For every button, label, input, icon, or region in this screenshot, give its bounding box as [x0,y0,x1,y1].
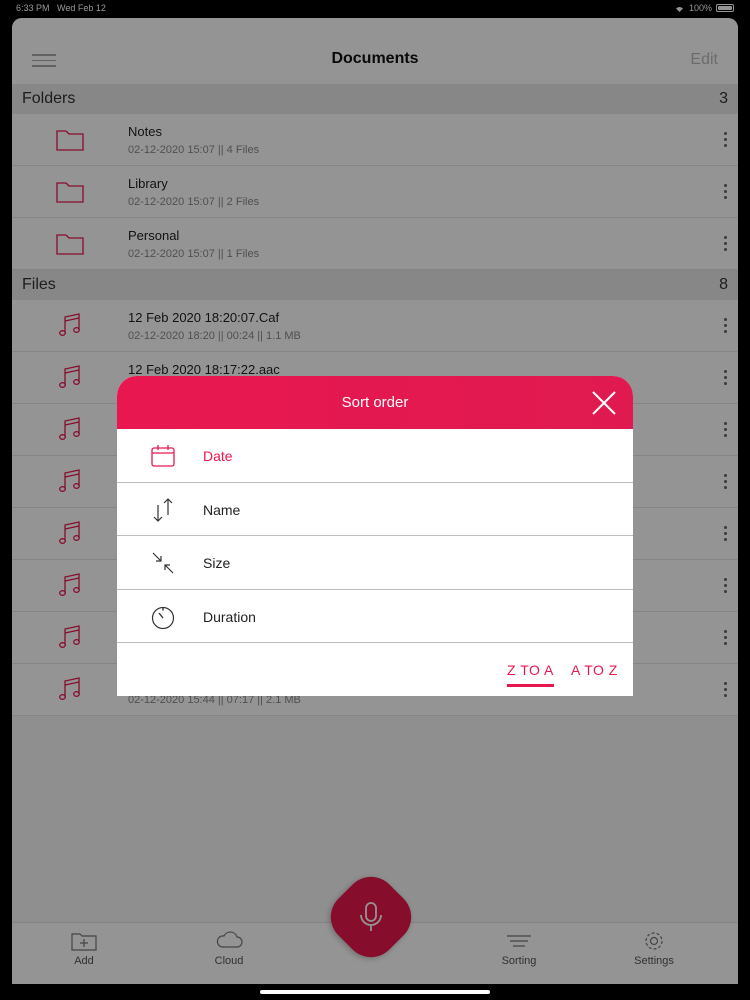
sort-order-dialog: Sort order Date Name Size Duration Z TO … [117,376,633,696]
calendar-icon [151,445,175,467]
compress-icon [152,552,174,574]
sort-option-name-label: Name [203,501,241,518]
a-to-z-button[interactable]: A TO Z [571,662,618,678]
sort-option-size[interactable]: Size [117,536,633,590]
sort-option-date-label: Date [203,448,233,464]
sort-arrows-icon [153,497,173,522]
z-to-a-button[interactable]: Z TO A [507,662,554,687]
close-icon[interactable] [591,390,617,416]
dialog-title: Sort order [341,394,409,411]
timer-icon [151,606,175,629]
dialog-header: Sort order [117,376,633,429]
sort-option-size-label: Size [203,555,231,571]
sort-option-name[interactable]: Name [117,483,633,536]
sort-option-date[interactable]: Date [117,429,633,483]
sort-option-duration[interactable]: Duration [117,590,633,643]
sort-option-duration-label: Duration [203,608,256,625]
home-indicator [260,990,490,994]
